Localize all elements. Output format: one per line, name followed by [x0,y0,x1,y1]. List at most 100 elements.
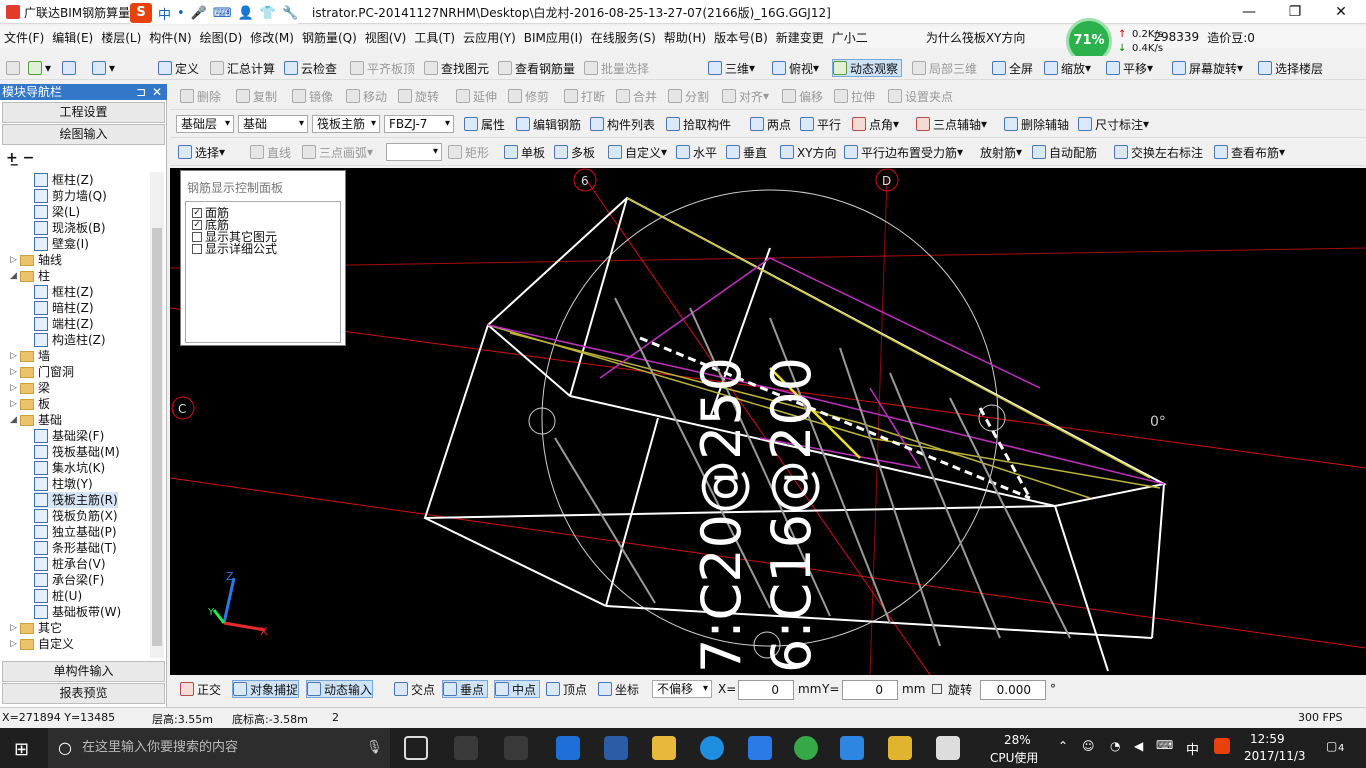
rebar-label-top[interactable]: 7:C20@250 [690,357,753,673]
xy-direction-button[interactable]: XY方向 [780,143,837,161]
stretch-button[interactable]: 拉伸 [834,87,875,105]
arc-tool-button[interactable]: 三点画弧 ▾ [302,143,373,161]
tree-expander-icon[interactable]: ◢ [10,412,20,428]
tree-expander-icon[interactable]: ▷ [10,380,20,396]
tree-item[interactable]: 筏板负筋(X) [34,508,118,524]
floor-select[interactable]: 基础层 [176,115,234,133]
full-screen-button[interactable]: 全屏 [992,59,1033,77]
task-view-icon[interactable] [404,736,428,760]
tree-folder[interactable]: ▷ 其它 [10,620,62,636]
coordinate-snap-button[interactable]: 坐标 [598,680,639,698]
radial-rebar-button[interactable]: 放射筋 ▾ [980,143,1022,161]
notification-icon[interactable]: ▢ [1326,739,1337,753]
cost-beans[interactable]: 造价豆:0 [1203,29,1259,46]
tree-item[interactable]: 构造柱(Z) [34,332,106,348]
tree-expander-icon[interactable]: ▷ [10,364,20,380]
edit-rebar-button[interactable]: 编辑钢筋 [516,115,581,133]
tree-folder[interactable]: ▷ 板 [10,396,50,412]
flat-top-button[interactable]: 平齐板顶 [350,59,415,77]
single-input-button[interactable]: 单构件输入 [2,661,165,682]
tree-item[interactable]: 梁(L) [34,204,80,220]
screen-rotate-button[interactable]: 屏幕旋转 ▾ [1172,59,1243,77]
option-show-formula[interactable]: 显示详细公式 [192,240,277,257]
element-select[interactable]: FBZJ-7 [384,115,454,133]
network-icon[interactable]: ◔ [1110,739,1120,753]
ortho-button[interactable]: 正交 [180,680,221,698]
multi-slab-button[interactable]: 多板 [554,143,595,161]
ie-browser-icon[interactable] [700,736,724,760]
arc-option-select[interactable] [386,143,442,161]
trim-button[interactable]: 修剪 [508,87,549,105]
wrench-icon[interactable]: 🔧 [282,6,298,21]
file-explorer-icon[interactable] [652,736,676,760]
menu-online[interactable]: 在线服务(S) [587,29,660,46]
intersect-snap-button[interactable]: 交点 [394,680,435,698]
nav-close-icon[interactable]: ✕ [152,84,162,100]
three-d-button[interactable]: 三维 ▾ [708,59,755,77]
pan-button[interactable]: 平移 ▾ [1106,59,1153,77]
top-view-button[interactable]: 俯视 ▾ [772,59,819,77]
offset-button[interactable]: 偏移 [782,87,823,105]
mirror-button[interactable]: 镜像 [292,87,333,105]
mic-icon[interactable]: 🎤 [191,6,207,21]
dynamic-input-button[interactable]: 动态输入 [306,680,374,698]
pin-icon[interactable]: ⊐ [136,84,146,100]
sogou-logo-icon[interactable]: S [130,3,152,23]
tree-item[interactable]: 端柱(Z) [34,316,94,332]
select-tool-button[interactable]: 选择 ▾ [178,143,225,161]
green-app-icon[interactable] [794,736,818,760]
tree-folder[interactable]: ▷ 轴线 [10,252,62,268]
mic-search-icon[interactable]: 🎙 [366,728,383,768]
move-button[interactable]: 移动 [346,87,387,105]
zoom-button[interactable]: 缩放 ▾ [1044,59,1091,77]
align-button[interactable]: 对齐 ▾ [722,87,769,105]
expand-collapse-icon[interactable]: +̲ − [6,150,34,166]
fan-app-icon[interactable] [454,736,478,760]
tree-item[interactable]: 集水坑(K) [34,460,105,476]
view-layout-button[interactable]: 查看布筋 ▾ [1214,143,1285,161]
maximize-button[interactable]: ❐ [1272,0,1318,24]
ime-toolbar[interactable]: S 中 • 🎤 ⌨ 👤 👕 🔧 [130,2,299,24]
offset-select[interactable]: 不偏移 [652,680,712,698]
people-icon[interactable]: ☺ [1082,739,1095,753]
menu-assistant[interactable]: 广小二 [828,29,872,46]
ime-punctuation-icon[interactable]: • [177,6,185,21]
break-button[interactable]: 打断 [564,87,605,105]
view-rebar-button[interactable]: 查看钢筋量 [498,59,575,77]
dynamic-view-button[interactable]: 动态观察 [832,59,903,77]
tree-item[interactable]: 柱墩(Y) [34,476,93,492]
extend-button[interactable]: 延伸 [456,87,497,105]
menu-component[interactable]: 构件(N) [145,29,195,46]
menu-cloud[interactable]: 云应用(Y) [459,29,520,46]
menu-help[interactable]: 帮助(H) [660,29,710,46]
x-input[interactable]: 0 [738,680,794,700]
menu-floor[interactable]: 楼层(L) [97,29,145,46]
split-button[interactable]: 分割 [668,87,709,105]
dimension-button[interactable]: 尺寸标注 ▾ [1078,115,1149,133]
batch-select-button[interactable]: 批量选择 [584,59,649,77]
tree-item[interactable]: 独立基础(P) [34,524,117,540]
copy-button[interactable]: 复制 [236,87,277,105]
perpendicular-snap-button[interactable]: 垂点 [442,680,489,698]
keyboard-icon[interactable]: ⌨ [213,6,232,21]
tree-expander-icon[interactable]: ▷ [10,252,20,268]
menu-file[interactable]: 文件(F) [0,29,48,46]
tree-expander-icon[interactable]: ◢ [10,268,20,284]
single-slab-button[interactable]: 单板 [504,143,545,161]
tree-folder[interactable]: ◢ 柱 [10,268,50,284]
menu-modify[interactable]: 修改(M) [246,29,298,46]
notepad-app-icon[interactable] [888,736,912,760]
tree-item[interactable]: 框柱(Z) [34,172,94,188]
tree-expander-icon[interactable]: ▷ [10,620,20,636]
find-element-button[interactable]: 查找图元 [424,59,489,77]
tree-item[interactable]: 筏板基础(M) [34,444,120,460]
delete-axis-button[interactable]: 删除辅轴 [1004,115,1069,133]
merge-button[interactable]: 合并 [616,87,657,105]
tree-item[interactable]: 壁龛(I) [34,236,89,252]
drawing-canvas[interactable]: 6 D C 0° 7:C20@250 6:C16@200 Z X Y [170,168,1366,675]
type-select[interactable]: 筏板主筋 [312,115,380,133]
tree-item[interactable]: 条形基础(T) [34,540,117,556]
project-settings-button[interactable]: 工程设置 [2,102,165,123]
drawing-input-button[interactable]: 绘图输入 [2,124,165,145]
new-file-icon[interactable] [6,59,23,77]
